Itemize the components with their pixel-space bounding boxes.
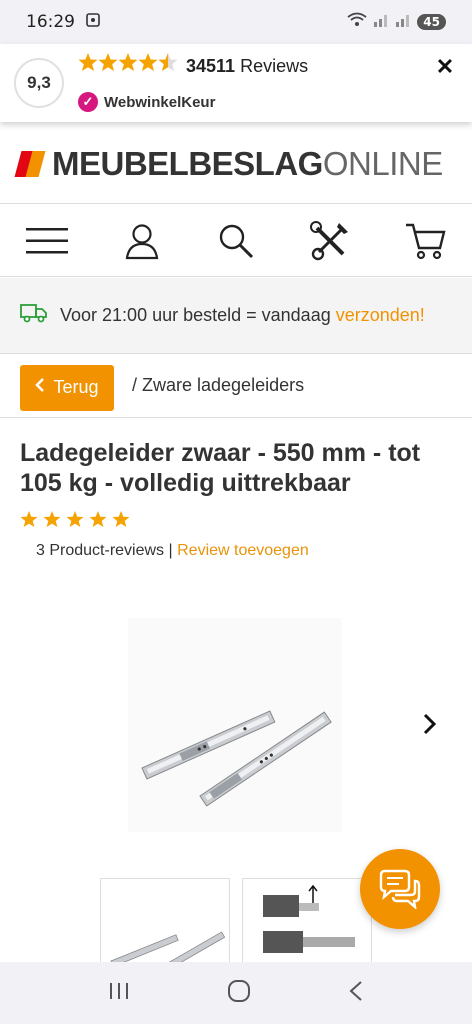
screenshot-icon <box>85 12 101 33</box>
chevron-left-icon <box>35 377 45 398</box>
user-icon[interactable] <box>112 211 172 271</box>
system-nav-bar <box>0 962 472 1024</box>
site-logo[interactable]: MEUBELBESLAG ONLINE <box>0 124 472 204</box>
breadcrumb: Terug / Zware ladegeleiders <box>0 354 472 418</box>
logo-text-bold: MEUBELBESLAG <box>52 144 323 182</box>
home-icon[interactable] <box>227 979 251 1008</box>
battery-badge: 45 <box>417 14 446 30</box>
webwinkelkeur-badge[interactable]: ✓ WebwinkelKeur <box>78 92 215 112</box>
status-bar: 16:29 45 <box>0 0 472 44</box>
product-title: Ladegeleider zwaar - 550 mm - tot 105 kg… <box>20 439 421 497</box>
back-button[interactable]: Terug <box>20 364 114 411</box>
review-score: 9,3 <box>14 58 64 108</box>
wifi-icon <box>347 12 367 33</box>
close-icon[interactable]: ✕ <box>430 52 460 82</box>
back-button-label: Terug <box>53 377 99 397</box>
chat-icon <box>379 869 421 909</box>
webwinkelkeur-logo-icon: ✓ <box>78 92 98 112</box>
add-review-link[interactable]: Review toevoegen <box>177 542 309 559</box>
logo-text-light: ONLINE <box>322 144 443 182</box>
menu-icon[interactable] <box>17 211 77 271</box>
breadcrumb-link[interactable]: / Zware ladegeleiders <box>132 375 304 396</box>
product-rating <box>20 510 150 530</box>
shipping-highlight: verzonden! <box>335 305 425 325</box>
chevron-right-icon[interactable] <box>418 712 442 736</box>
star-icon <box>20 511 130 527</box>
product-image[interactable] <box>128 618 342 832</box>
product-reviews-count[interactable]: 3 Product-reviews <box>36 542 164 559</box>
tools-icon[interactable] <box>300 211 360 271</box>
logo-mark-icon <box>14 150 46 177</box>
recent-apps-icon[interactable] <box>108 981 130 1006</box>
signal-icon <box>373 12 389 32</box>
status-time: 16:29 <box>26 12 75 32</box>
webwinkelkeur-label: WebwinkelKeur <box>104 93 216 111</box>
truck-icon <box>20 302 48 329</box>
star-rating-icon <box>78 52 178 80</box>
cart-icon[interactable] <box>395 211 455 271</box>
back-nav-icon[interactable] <box>348 980 364 1007</box>
chat-button[interactable] <box>360 849 440 929</box>
review-summary: 3 Product-reviews | Review toevoegen <box>36 542 309 560</box>
review-stars-row: 34511 Reviews <box>78 52 308 80</box>
shipping-notice: Voor 21:00 uur besteld = vandaag verzond… <box>0 278 472 354</box>
product-thumbnail-1[interactable] <box>100 878 230 968</box>
shipping-text: Voor 21:00 uur besteld = vandaag <box>60 305 331 325</box>
reviews-label: Reviews <box>240 55 309 76</box>
main-nav <box>0 205 472 277</box>
review-banner: 9,3 34511 Reviews ✓ WebwinkelKeur ✕ <box>0 44 472 122</box>
search-icon[interactable] <box>206 211 266 271</box>
signal-icon-2 <box>395 12 411 32</box>
review-count: 34511 <box>186 55 236 76</box>
product-thumbnail-2[interactable] <box>242 878 372 968</box>
separator: | <box>168 542 173 559</box>
